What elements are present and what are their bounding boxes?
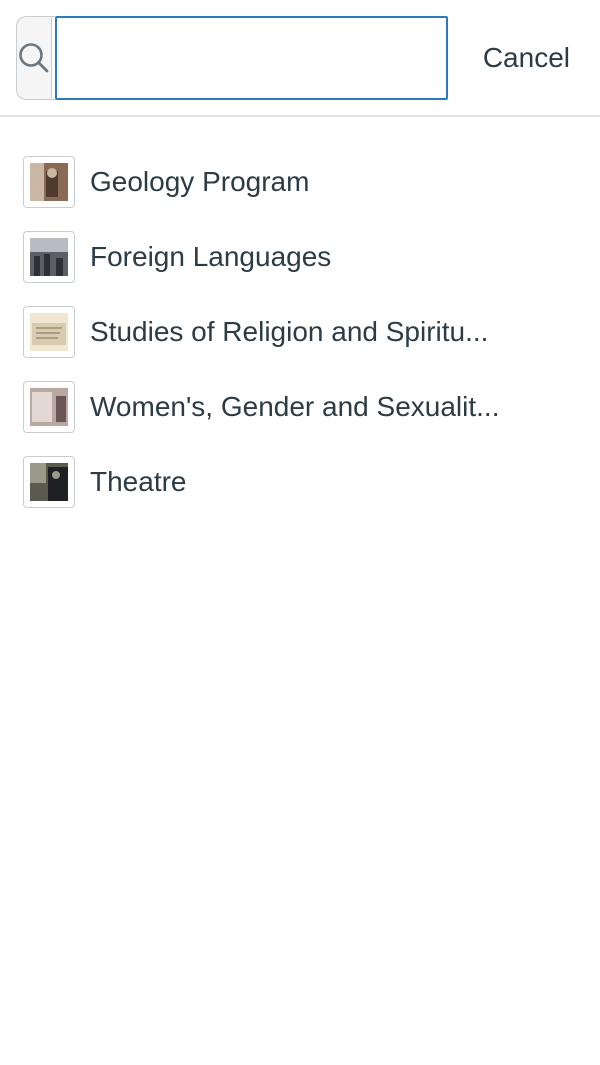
cancel-button[interactable]: Cancel	[483, 16, 570, 100]
course-thumbnail	[23, 380, 75, 433]
course-thumbnail	[23, 230, 75, 283]
course-thumbnail	[23, 455, 75, 508]
list-item[interactable]: Theatre	[0, 444, 600, 519]
course-thumbnail	[23, 305, 75, 358]
search-results-list: Geology Program Foreign Languages Studie…	[0, 117, 600, 519]
course-image	[30, 387, 68, 426]
result-label: Theatre	[90, 465, 187, 497]
search-input[interactable]	[55, 16, 448, 100]
list-item[interactable]: Women's, Gender and Sexualit...	[0, 369, 600, 444]
course-thumbnail	[23, 155, 75, 208]
result-label: Foreign Languages	[90, 240, 332, 272]
list-item[interactable]: Geology Program	[0, 144, 600, 219]
result-label: Studies of Religion and Spiritu...	[90, 315, 489, 347]
course-image	[30, 162, 68, 201]
search-bar: Cancel	[0, 0, 600, 117]
course-image	[30, 237, 68, 276]
list-item[interactable]: Foreign Languages	[0, 219, 600, 294]
course-image	[30, 462, 68, 501]
list-item[interactable]: Studies of Religion and Spiritu...	[0, 294, 600, 369]
search-icon-button[interactable]	[16, 16, 51, 100]
result-label: Women's, Gender and Sexualit...	[90, 390, 500, 422]
course-image	[30, 312, 68, 351]
search-icon	[17, 41, 51, 75]
search-group	[16, 16, 448, 100]
result-label: Geology Program	[90, 165, 310, 197]
